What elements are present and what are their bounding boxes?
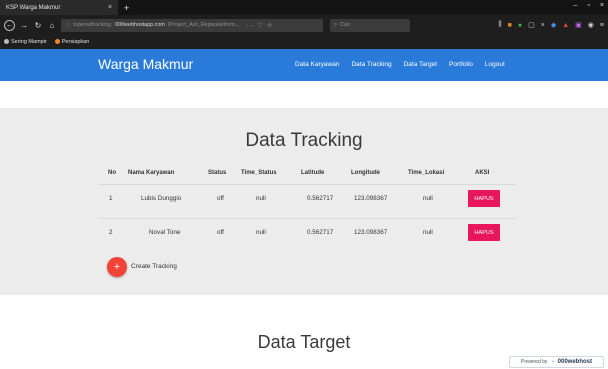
column-header: Time_Lokasi: [408, 170, 445, 176]
home-icon[interactable]: ⌂: [47, 20, 57, 30]
column-header: AKSI: [475, 170, 490, 176]
section-title: Data Tracking: [245, 130, 363, 151]
tab-close-icon[interactable]: ×: [108, 4, 112, 11]
column-header: Status: [208, 170, 227, 176]
extension-icon[interactable]: ●: [518, 22, 522, 29]
column-header: No: [108, 170, 116, 176]
column-header: Nama Karyawan: [128, 170, 175, 176]
cell-status: off: [217, 195, 224, 202]
nav-link-data-target[interactable]: Data Target: [404, 61, 437, 68]
cell-latitude: 0.562717: [307, 229, 334, 236]
cell-time-lokasi: null: [423, 229, 433, 236]
extension-icon[interactable]: ▲: [562, 22, 569, 29]
back-icon[interactable]: ←: [4, 19, 15, 31]
site-navbar: Warga Makmur Data Karyawan Data Tracking…: [0, 49, 608, 81]
new-tab-button[interactable]: +: [118, 3, 129, 13]
bookmark-item[interactable]: Sering Mampir: [4, 39, 47, 45]
table-header: No Nama Karyawan Status Time_Status Lati…: [98, 170, 516, 182]
url-host: 000webhostapp.com: [115, 22, 165, 28]
tab-title: KSP Warga Makmur: [6, 4, 61, 11]
bookmark-label: Persiapkan: [61, 39, 90, 45]
search-icon: ⌕: [334, 21, 338, 28]
cell-nama: Lubis Dunggio: [141, 195, 182, 202]
extension-icon[interactable]: ■: [508, 22, 512, 29]
navigation-toolbar: ← → ↻ ⌂ ⓘ toperadtracking. 000webhostapp.…: [0, 15, 608, 35]
cell-latitude: 0.562717: [307, 195, 334, 202]
cell-time-lokasi: null: [423, 195, 433, 202]
cell-no: 2: [109, 229, 113, 236]
cell-longitude: 123.098367: [354, 229, 388, 236]
menu-icon[interactable]: ≡: [600, 22, 604, 29]
cell-time-status: null: [256, 229, 266, 236]
extension-icon[interactable]: ◆: [551, 21, 556, 29]
address-bar[interactable]: ⓘ toperadtracking. 000webhostapp.com/Proj…: [61, 18, 323, 32]
target-section-title: Data Target: [257, 332, 351, 352]
webhost-logo-icon: ◔: [550, 358, 555, 366]
create-tracking-label[interactable]: Create Tracking: [131, 263, 177, 270]
info-icon[interactable]: ⓘ: [65, 21, 70, 29]
search-placeholder: Cari: [340, 22, 351, 28]
column-header: Time_Status: [241, 170, 277, 176]
cell-longitude: 123.098367: [354, 195, 388, 202]
create-tracking-button[interactable]: +: [107, 257, 127, 277]
nav-links: Data Karyawan Data Tracking Data Target …: [295, 61, 505, 68]
forward-icon[interactable]: →: [19, 20, 29, 30]
nav-link-data-tracking[interactable]: Data Tracking: [351, 61, 391, 68]
browser-chrome: KSP Warga Makmur × + – ▫ × ← → ↻ ⌂ ⓘ top…: [0, 0, 608, 49]
bookmark-item[interactable]: Persiapkan: [54, 39, 90, 45]
table-row: 1 Lubis Dunggio off null 0.562717 123.09…: [98, 184, 516, 214]
toolbar-icons: ⫼ ■ ● ▢ × ◆ ▲ ▣ ◉ ≡: [498, 21, 604, 29]
powered-by-badge[interactable]: Powered by ◔ 000webhost: [509, 356, 604, 368]
account-icon[interactable]: ◉: [588, 21, 594, 29]
search-input[interactable]: ⌕ Cari: [330, 18, 410, 32]
hapus-button[interactable]: HAPUS: [468, 224, 500, 241]
column-header: Longitude: [351, 170, 380, 176]
nav-link-data-karyawan[interactable]: Data Karyawan: [295, 61, 339, 68]
firefox-icon: [54, 39, 60, 45]
extension-icon[interactable]: ▣: [575, 21, 582, 29]
tracking-section: Data Tracking No Nama Karyawan Status Ti…: [0, 108, 608, 295]
powered-by-brand: 000webhost: [557, 359, 592, 365]
window-controls: – ▫ ×: [574, 2, 604, 9]
cell-nama: Noval Tone: [149, 229, 181, 236]
gear-icon: [4, 39, 9, 45]
powered-by-text: Powered by: [521, 359, 548, 365]
cell-time-status: null: [256, 195, 266, 202]
close-icon[interactable]: ×: [541, 22, 545, 29]
table-row: 2 Noval Tone off null 0.562717 123.09836…: [98, 218, 516, 248]
nav-link-portfolio[interactable]: Portfolio: [449, 61, 473, 68]
screenshot-icon[interactable]: ▢: [528, 21, 535, 29]
site-brand[interactable]: Warga Makmur: [98, 56, 193, 72]
bookmarks-toolbar: Sering Mampir Persiapkan: [0, 35, 608, 49]
url-path: /Project_Asli_Reparasi/form...: [167, 22, 240, 28]
tab-bar: KSP Warga Makmur × +: [0, 0, 608, 15]
browser-tab[interactable]: KSP Warga Makmur ×: [0, 0, 118, 15]
nav-link-logout[interactable]: Logout: [485, 61, 505, 68]
library-icon[interactable]: ⫼: [498, 21, 501, 29]
minimize-button[interactable]: –: [574, 2, 578, 9]
close-window-button[interactable]: ×: [600, 2, 604, 9]
cell-no: 1: [109, 195, 113, 202]
hapus-button[interactable]: HAPUS: [468, 190, 500, 207]
url-prefix: toperadtracking.: [73, 22, 113, 28]
column-header: Latitude: [301, 170, 325, 176]
maximize-button[interactable]: ▫: [587, 2, 589, 9]
bookmark-label: Sering Mampir: [11, 39, 47, 45]
reload-icon[interactable]: ↻: [33, 20, 43, 30]
cell-status: off: [217, 229, 224, 236]
page-actions-icon[interactable]: ··· ♡ ☆: [246, 22, 273, 29]
